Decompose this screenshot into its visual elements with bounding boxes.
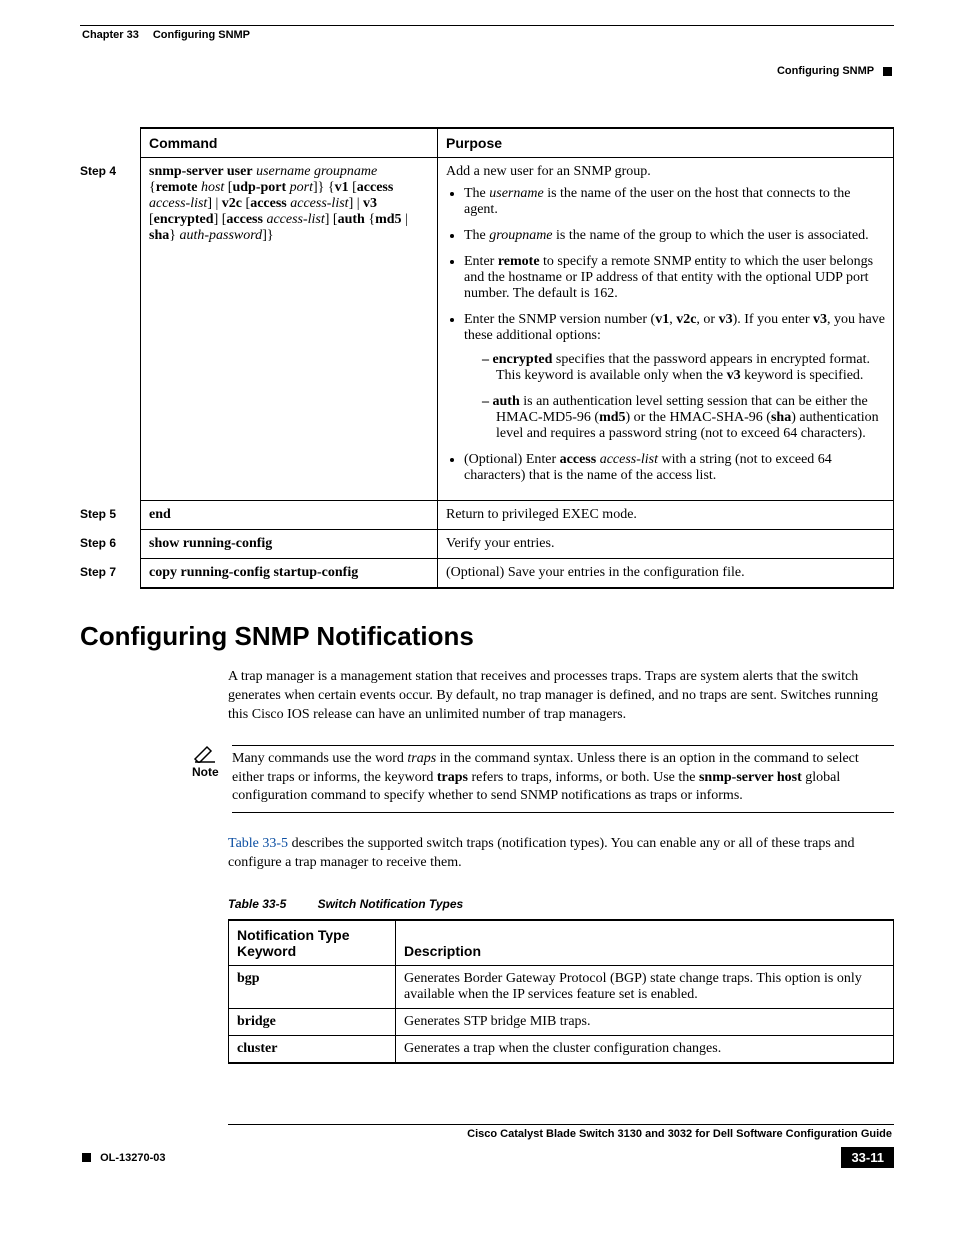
notification-table: Notification TypeKeyword Description bgp… xyxy=(228,919,894,1064)
command-cell: show running-config xyxy=(141,530,438,559)
caption-title: Switch Notification Types xyxy=(318,897,464,911)
note-label: Note xyxy=(192,765,218,779)
command-cell: snmp-server user username groupname {rem… xyxy=(141,158,438,501)
description-cell: Generates Border Gateway Protocol (BGP) … xyxy=(396,966,894,1009)
col-command: Command xyxy=(141,128,438,158)
page-footer: Cisco Catalyst Blade Switch 3130 and 303… xyxy=(80,1124,894,1168)
description-cell: Generates a trap when the cluster config… xyxy=(396,1036,894,1064)
table-caption: Table 33-5 Switch Notification Types xyxy=(228,897,894,911)
command-cell: end xyxy=(141,501,438,530)
step-label: Step 5 xyxy=(80,501,141,530)
header-rule xyxy=(80,25,894,26)
sub-bullet: auth is an authentication level setting … xyxy=(482,394,885,442)
paragraph: A trap manager is a management station t… xyxy=(228,668,894,725)
command-cell: copy running-config startup-config xyxy=(141,559,438,589)
paragraph: Table 33-5 describes the supported switc… xyxy=(228,835,894,873)
purpose-cell: Return to privileged EXEC mode. xyxy=(438,501,894,530)
bullet: (Optional) Enter access access-list with… xyxy=(464,452,885,484)
purpose-cell: Verify your entries. xyxy=(438,530,894,559)
bullet: Enter remote to specify a remote SNMP en… xyxy=(464,254,885,302)
note-block: Note Many commands use the word traps in… xyxy=(192,745,894,814)
section-indicator: Configuring SNMP xyxy=(80,45,894,77)
page-number: 33-11 xyxy=(841,1147,894,1168)
footer-square-icon xyxy=(82,1153,91,1162)
keyword-cell: bgp xyxy=(229,966,396,1009)
chapter-number: Chapter 33 xyxy=(82,29,139,41)
table-row: Step 6 show running-config Verify your e… xyxy=(80,530,894,559)
book-title: Cisco Catalyst Blade Switch 3130 and 303… xyxy=(228,1125,894,1143)
table-row: Step 5 end Return to privileged EXEC mod… xyxy=(80,501,894,530)
bullet: The groupname is the name of the group t… xyxy=(464,228,885,244)
section-heading: Configuring SNMP Notifications xyxy=(80,621,894,652)
section-name: Configuring SNMP xyxy=(777,65,874,77)
command-table: Command Purpose Step 4 snmp-server user … xyxy=(80,127,894,589)
table-row: bgp Generates Border Gateway Protocol (B… xyxy=(229,966,894,1009)
running-header: Chapter 33 Configuring SNMP xyxy=(80,29,894,45)
purpose-cell: Add a new user for an SNMP group. The us… xyxy=(438,158,894,501)
table-row: bridge Generates STP bridge MIB traps. xyxy=(229,1009,894,1036)
note-text: Many commands use the word traps in the … xyxy=(232,751,859,804)
step-label: Step 7 xyxy=(80,559,141,589)
description-cell: Generates STP bridge MIB traps. xyxy=(396,1009,894,1036)
header-square-icon xyxy=(883,67,892,76)
table-row: cluster Generates a trap when the cluste… xyxy=(229,1036,894,1064)
bullet: The username is the name of the user on … xyxy=(464,186,885,218)
table-row: Step 7 copy running-config startup-confi… xyxy=(80,559,894,589)
sub-bullet: encrypted specifies that the password ap… xyxy=(482,352,885,384)
purpose-intro: Add a new user for an SNMP group. xyxy=(446,164,885,180)
step-label: Step 4 xyxy=(80,158,141,501)
purpose-cell: (Optional) Save your entries in the conf… xyxy=(438,559,894,589)
col-keyword: Notification TypeKeyword xyxy=(229,920,396,966)
col-description: Description xyxy=(396,920,894,966)
keyword-cell: bridge xyxy=(229,1009,396,1036)
keyword-cell: cluster xyxy=(229,1036,396,1064)
step-label: Step 6 xyxy=(80,530,141,559)
pencil-note-icon xyxy=(193,745,217,763)
bullet: Enter the SNMP version number (v1, v2c, … xyxy=(464,312,885,442)
doc-id: OL-13270-03 xyxy=(100,1152,165,1164)
table-row: Step 4 snmp-server user username groupna… xyxy=(80,158,894,501)
caption-number: Table 33-5 xyxy=(228,897,286,911)
chapter-title: Configuring SNMP xyxy=(153,29,250,41)
col-purpose: Purpose xyxy=(438,128,894,158)
